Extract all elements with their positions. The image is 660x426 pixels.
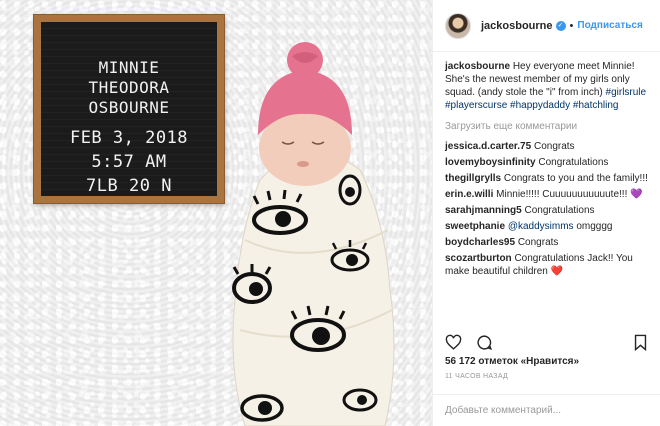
post-side-panel: jackosbourne ✓ • Подписаться jackosbourn… xyxy=(432,0,660,426)
comment-username[interactable]: sweetphanie xyxy=(445,221,505,232)
follow-button[interactable]: Подписаться xyxy=(577,20,642,31)
add-comment-input[interactable] xyxy=(445,405,649,416)
board-line-date: FEB 3, 2018 xyxy=(69,128,189,148)
comment-item: scozartburton Congratulations Jack!! You… xyxy=(445,252,648,278)
header-separator: • xyxy=(569,19,574,32)
bookmark-icon[interactable] xyxy=(632,334,649,351)
comment-text: Congrats to you and the family!!! xyxy=(503,173,648,184)
comments-list[interactable]: jackosbourne Hey everyone meet Minnie! S… xyxy=(433,52,660,328)
board-line-time: 5:57 AM xyxy=(91,152,167,172)
comment-username[interactable]: jessica.d.carter.75 xyxy=(445,141,531,152)
comment-username[interactable]: scozartburton xyxy=(445,253,512,264)
red-heart-emoji: ❤️ xyxy=(550,266,564,277)
add-comment-bar xyxy=(433,394,660,426)
swaddled-baby-illustration xyxy=(232,42,395,426)
hashtag-link[interactable]: #hatchling xyxy=(573,100,619,111)
comment-text: Congratulations xyxy=(524,205,595,216)
board-line-first-name: MINNIE xyxy=(98,58,160,77)
hashtag-link[interactable]: #playerscurse xyxy=(445,100,507,111)
comment-username[interactable]: boydcharles95 xyxy=(445,237,515,248)
board-line-weight: 7LB 20 N xyxy=(86,176,172,196)
heart-icon[interactable] xyxy=(445,334,462,351)
comment-item: boydcharles95 Congrats xyxy=(445,236,648,249)
letter-board-face: MINNIE THEODORA OSBOURNE FEB 3, 2018 5:5… xyxy=(41,22,217,196)
caption-username[interactable]: jackosbourne xyxy=(445,61,510,72)
comment-item: thegillgrylls Congrats to you and the fa… xyxy=(445,172,648,185)
comment-username[interactable]: lovemyboysinfinity xyxy=(445,157,536,168)
comment-item: erin.e.willi Minnie!!!!! Cuuuuuuuuuuute!… xyxy=(445,188,648,201)
header-username[interactable]: jackosbourne xyxy=(481,20,553,32)
comment-text: omgggg xyxy=(576,221,613,232)
avatar[interactable] xyxy=(445,12,471,39)
post-caption: jackosbourne Hey everyone meet Minnie! S… xyxy=(445,60,648,112)
comment-mention-link[interactable]: @kaddysimms xyxy=(508,221,574,232)
comment-text: Minnie!!!!! Cuuuuuuuuuuute!!! xyxy=(496,189,628,200)
hashtag-link[interactable]: #girlsrule xyxy=(606,87,647,98)
comment-username[interactable]: thegillgrylls xyxy=(445,173,501,184)
verified-badge-icon: ✓ xyxy=(555,20,566,31)
board-line-last-name: OSBOURNE xyxy=(88,98,170,117)
comment-item: sweetphanie @kaddysimms omgggg xyxy=(445,220,648,233)
post-photo[interactable]: MINNIE THEODORA OSBOURNE FEB 3, 2018 5:5… xyxy=(0,0,432,426)
likes-count[interactable]: 56 172 отметок «Нравится» xyxy=(445,356,579,367)
comment-username[interactable]: sarahjmanning5 xyxy=(445,205,522,216)
comment-item: sarahjmanning5 Congratulations xyxy=(445,204,648,217)
purple-heart-emoji: 💜 xyxy=(630,189,643,200)
load-more-comments-button[interactable]: Загрузить еще комментарии xyxy=(445,120,648,133)
board-line-middle-name: THEODORA xyxy=(88,78,170,97)
hashtag-link[interactable]: #happydaddy xyxy=(510,100,570,111)
comment-text: Congratulations xyxy=(538,157,609,168)
comment-text: Congrats xyxy=(533,141,575,152)
comment-icon[interactable] xyxy=(476,334,493,351)
comment-text: Congrats xyxy=(517,237,559,248)
post-actions-bar xyxy=(445,330,649,354)
comment-item: lovemyboysinfinity Congratulations xyxy=(445,156,648,169)
post-header: jackosbourne ✓ • Подписаться xyxy=(433,0,660,52)
letter-board: MINNIE THEODORA OSBOURNE FEB 3, 2018 5:5… xyxy=(33,14,225,204)
comment-item: jessica.d.carter.75 Congrats xyxy=(445,140,648,153)
comment-username[interactable]: erin.e.willi xyxy=(445,189,493,200)
post-timestamp[interactable]: 11 ЧАСОВ НАЗАД xyxy=(445,373,508,380)
